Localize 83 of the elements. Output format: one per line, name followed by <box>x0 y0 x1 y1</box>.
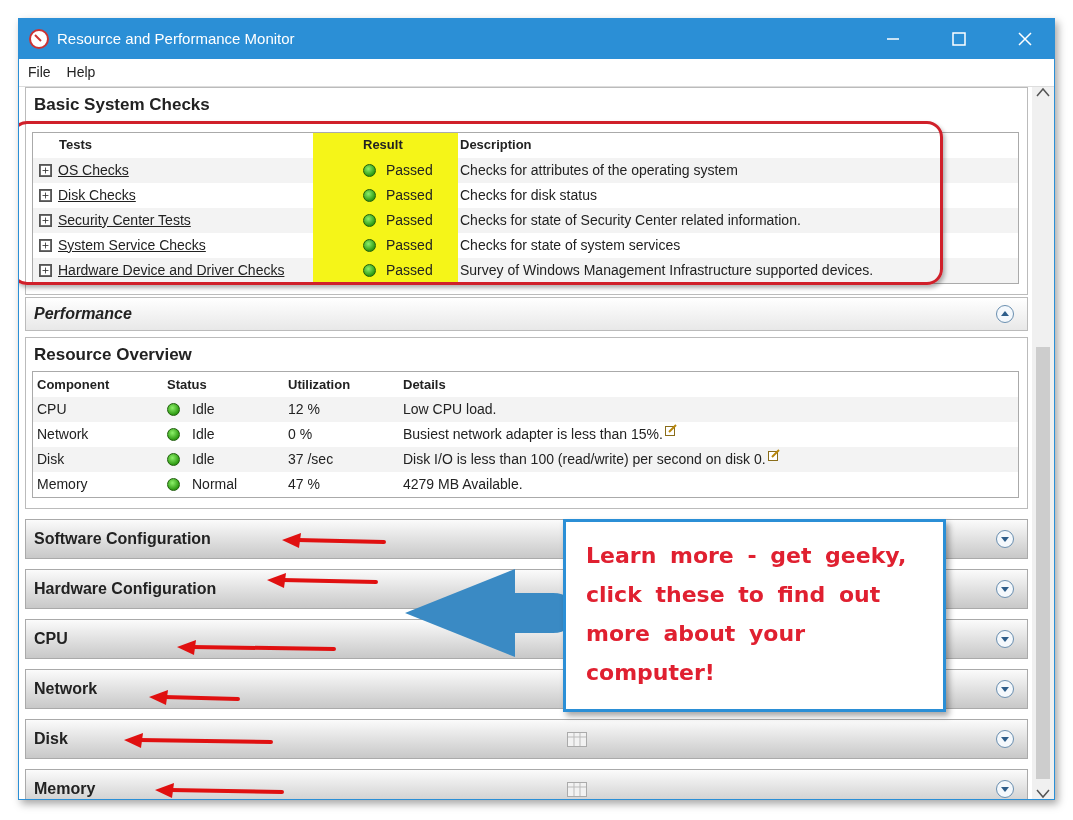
status-dot-icon <box>363 263 376 277</box>
test-link[interactable]: Hardware Device and Driver Checks <box>58 259 285 281</box>
edit-icon[interactable] <box>664 424 677 436</box>
column-header: Status <box>167 375 207 394</box>
column-header: Details <box>403 375 446 394</box>
column-header: Tests <box>58 136 92 155</box>
edit-icon[interactable] <box>767 449 780 461</box>
section-title: CPU <box>34 629 68 649</box>
section-title: Performance <box>34 303 132 324</box>
column-header: Utilization <box>288 376 351 392</box>
section-header[interactable]: Disk <box>25 719 1028 759</box>
status-dot-icon <box>363 163 376 177</box>
result-text: Passed <box>386 235 433 255</box>
section-title: Disk <box>34 729 68 749</box>
section-header[interactable]: Performance <box>25 296 1028 331</box>
test-link[interactable]: Security Center Tests <box>58 209 191 231</box>
panel-title: Resource Overview <box>33 343 193 366</box>
table-cell-text: Low CPU load. <box>403 400 497 419</box>
description-text: Checks for state of system services <box>459 235 682 255</box>
table-cell-text: Idle <box>192 425 215 444</box>
status-dot-icon <box>167 403 180 416</box>
table-cell: 12 % <box>288 401 320 417</box>
column-header: Result <box>363 136 403 155</box>
expand-icon[interactable] <box>39 188 52 202</box>
table-cell-text: 4279 MB Available. <box>403 475 523 494</box>
table-cell: Network <box>37 426 89 442</box>
status-dot-icon <box>363 188 376 202</box>
table-cell-text: Idle <box>192 450 215 469</box>
close-icon[interactable] <box>1018 32 1032 46</box>
result-text: Passed <box>386 160 433 180</box>
expand-icon[interactable] <box>39 163 52 177</box>
scroll-down-icon[interactable] <box>1036 789 1050 799</box>
table-cell: CPU <box>37 401 67 417</box>
scrollbar[interactable] <box>1032 87 1054 799</box>
section-header[interactable]: Memory <box>25 769 1028 799</box>
table-cell: 0 % <box>288 426 313 442</box>
description-text: Survey of Windows Management Infrastructure supported devices. <box>459 260 875 280</box>
expand-icon[interactable] <box>39 213 52 227</box>
test-link[interactable]: Disk Checks <box>58 184 136 206</box>
status-dot-icon <box>363 238 376 252</box>
table-cell: 37 /sec <box>288 451 334 467</box>
result-text: Passed <box>386 210 433 230</box>
expand-icon[interactable] <box>995 729 1015 749</box>
table-cell-text: Idle <box>192 400 215 419</box>
section-title: Software Configuration <box>34 529 211 549</box>
table-cell-text: Disk I/O is less than 100 (read/write) per second on disk 0. <box>403 450 766 469</box>
section-title: Network <box>34 679 98 699</box>
status-dot-icon <box>167 478 180 491</box>
window-title: Resource and Performance Monitor <box>57 28 296 49</box>
maximize-icon[interactable] <box>952 32 966 46</box>
status-dot-icon <box>167 428 180 441</box>
expand-icon[interactable] <box>995 779 1015 799</box>
status-dot-icon <box>363 213 376 227</box>
description-text: Checks for disk status <box>459 185 598 205</box>
expand-icon[interactable] <box>995 579 1015 599</box>
collapse-icon[interactable] <box>995 303 1015 324</box>
description-text: Checks for attributes of the operating system <box>459 160 739 180</box>
menu-item[interactable]: Help <box>61 62 101 83</box>
scroll-up-icon[interactable] <box>1036 87 1050 97</box>
expand-icon[interactable] <box>995 679 1015 699</box>
expand-icon[interactable] <box>39 263 52 277</box>
callout-tooltip: Learn more - get geeky, click these to find out more about your computer! <box>563 519 946 712</box>
test-link[interactable]: OS Checks <box>58 159 129 181</box>
section-title: Memory <box>34 779 96 799</box>
description-text: Checks for state of Security Center related information. <box>459 210 802 230</box>
column-header: Description <box>459 136 533 155</box>
table-cell-text: Normal <box>192 475 238 494</box>
expand-icon[interactable] <box>995 529 1015 549</box>
column-header: Component <box>37 376 110 392</box>
result-text: Passed <box>386 185 433 205</box>
table-cell: Disk <box>37 451 65 467</box>
table-cell-text: Busiest network adapter is less than 15%. <box>403 425 663 444</box>
menu-item[interactable]: File <box>23 62 56 83</box>
test-link[interactable]: System Service Checks <box>58 234 206 256</box>
expand-icon[interactable] <box>995 629 1015 649</box>
panel-title: Basic System Checks <box>33 94 211 116</box>
app-icon <box>29 29 49 49</box>
table-cell: 47 % <box>288 476 320 492</box>
result-text: Passed <box>386 260 433 280</box>
table-cell: Memory <box>37 476 88 492</box>
expand-icon[interactable] <box>39 238 52 252</box>
section-title: Hardware Configuration <box>34 579 217 599</box>
status-dot-icon <box>167 453 180 466</box>
